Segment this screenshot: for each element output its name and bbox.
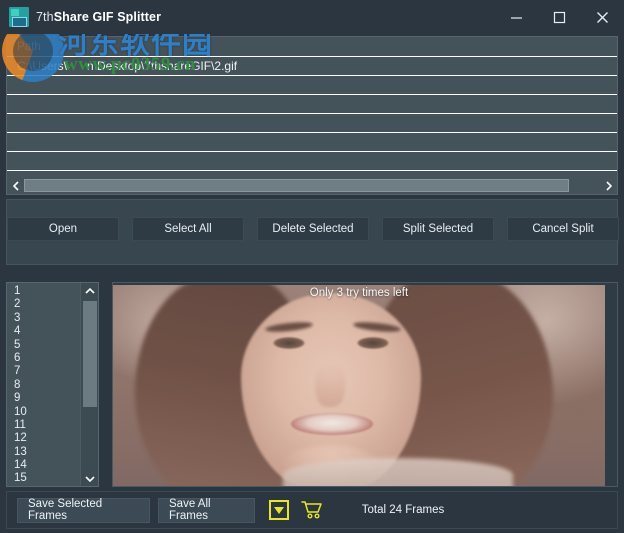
app-icon bbox=[9, 7, 29, 27]
list-item[interactable]: 10 bbox=[7, 406, 80, 419]
table-row[interactable] bbox=[7, 114, 617, 133]
app-window: 7thShare GIF Splitter 河东软件园 www.pc0359.c… bbox=[0, 0, 624, 533]
frame-number-list[interactable]: 1 2 3 4 5 6 7 8 9 10 11 12 13 14 15 bbox=[6, 282, 99, 487]
preview-image bbox=[113, 285, 605, 486]
status-bar: Save Selected Frames Save All Frames Tot… bbox=[6, 491, 618, 529]
table-row[interactable]: C:\Users\ n\Desktop\7thshareGIF\2.gif bbox=[7, 57, 617, 76]
trial-notice: Only 3 try times left bbox=[309, 287, 409, 299]
hscroll-track[interactable] bbox=[24, 179, 600, 192]
list-item[interactable]: 14 bbox=[7, 459, 80, 472]
list-item[interactable]: 13 bbox=[7, 446, 80, 459]
preview-image-overlay bbox=[113, 285, 605, 486]
hscroll-thumb[interactable] bbox=[24, 179, 569, 192]
frame-number-column: 1 2 3 4 5 6 7 8 9 10 11 12 13 14 15 bbox=[7, 283, 80, 486]
shopping-cart-icon bbox=[301, 501, 322, 519]
preview-panel[interactable]: Only 3 try times left bbox=[112, 282, 618, 487]
close-button[interactable] bbox=[581, 0, 624, 34]
shopping-cart-button[interactable] bbox=[301, 500, 323, 520]
list-item[interactable]: 15 bbox=[7, 472, 80, 485]
window-title: 7thShare GIF Splitter bbox=[36, 10, 161, 24]
format-dropdown-button[interactable] bbox=[269, 500, 289, 520]
close-icon bbox=[597, 11, 608, 23]
list-item[interactable]: 11 bbox=[7, 419, 80, 432]
list-item[interactable]: 4 bbox=[7, 325, 80, 338]
action-button-row: Open Select All Delete Selected Split Se… bbox=[7, 217, 619, 241]
table-row[interactable] bbox=[7, 76, 617, 95]
cancel-split-button[interactable]: Cancel Split bbox=[507, 217, 619, 241]
list-item[interactable]: 7 bbox=[7, 365, 80, 378]
list-item[interactable]: 12 bbox=[7, 432, 80, 445]
window-title-prefix: 7th bbox=[36, 10, 54, 24]
frames-and-preview-area: 1 2 3 4 5 6 7 8 9 10 11 12 13 14 15 Only… bbox=[6, 282, 618, 487]
chevron-down-icon[interactable] bbox=[81, 471, 99, 486]
chevron-up-icon[interactable] bbox=[81, 283, 99, 298]
table-row[interactable] bbox=[7, 133, 617, 152]
list-item[interactable]: 5 bbox=[7, 339, 80, 352]
table-row[interactable] bbox=[7, 95, 617, 114]
column-header-path[interactable]: Path bbox=[7, 37, 617, 57]
save-selected-frames-button[interactable]: Save Selected Frames bbox=[17, 497, 150, 523]
table-row[interactable] bbox=[7, 152, 617, 171]
delete-selected-button[interactable]: Delete Selected bbox=[257, 217, 369, 241]
window-controls bbox=[495, 0, 624, 34]
maximize-button[interactable] bbox=[538, 0, 581, 34]
file-list-rows: C:\Users\ n\Desktop\7thshareGIF\2.gif bbox=[7, 57, 617, 190]
dropdown-triangle-icon bbox=[274, 506, 284, 514]
vscroll-thumb[interactable] bbox=[83, 301, 97, 407]
chevron-right-icon[interactable] bbox=[600, 177, 617, 194]
status-bar-inner: Save Selected Frames Save All Frames Tot… bbox=[7, 492, 617, 528]
file-list-horizontal-scrollbar[interactable] bbox=[7, 177, 617, 194]
split-selected-button[interactable]: Split Selected bbox=[382, 217, 494, 241]
list-item[interactable]: 8 bbox=[7, 379, 80, 392]
select-all-button[interactable]: Select All bbox=[132, 217, 244, 241]
maximize-icon bbox=[553, 11, 566, 23]
frame-list-vertical-scrollbar[interactable] bbox=[80, 283, 98, 486]
title-bar: 7thShare GIF Splitter bbox=[0, 0, 624, 34]
list-item[interactable]: 6 bbox=[7, 352, 80, 365]
list-item[interactable]: 3 bbox=[7, 312, 80, 325]
save-all-frames-button[interactable]: Save All Frames bbox=[158, 497, 255, 523]
minimize-icon bbox=[511, 16, 522, 19]
window-title-main: Share GIF Splitter bbox=[53, 10, 162, 24]
file-list-panel[interactable]: Path C:\Users\ n\Desktop\7thshareGIF\2.g… bbox=[6, 36, 618, 195]
action-toolbar: Open Select All Delete Selected Split Se… bbox=[6, 199, 619, 265]
list-item[interactable]: 9 bbox=[7, 392, 80, 405]
list-item[interactable]: 2 bbox=[7, 298, 80, 311]
chevron-left-icon[interactable] bbox=[7, 177, 24, 194]
minimize-button[interactable] bbox=[495, 0, 538, 34]
open-button[interactable]: Open bbox=[7, 217, 119, 241]
list-item[interactable]: 1 bbox=[7, 285, 80, 298]
